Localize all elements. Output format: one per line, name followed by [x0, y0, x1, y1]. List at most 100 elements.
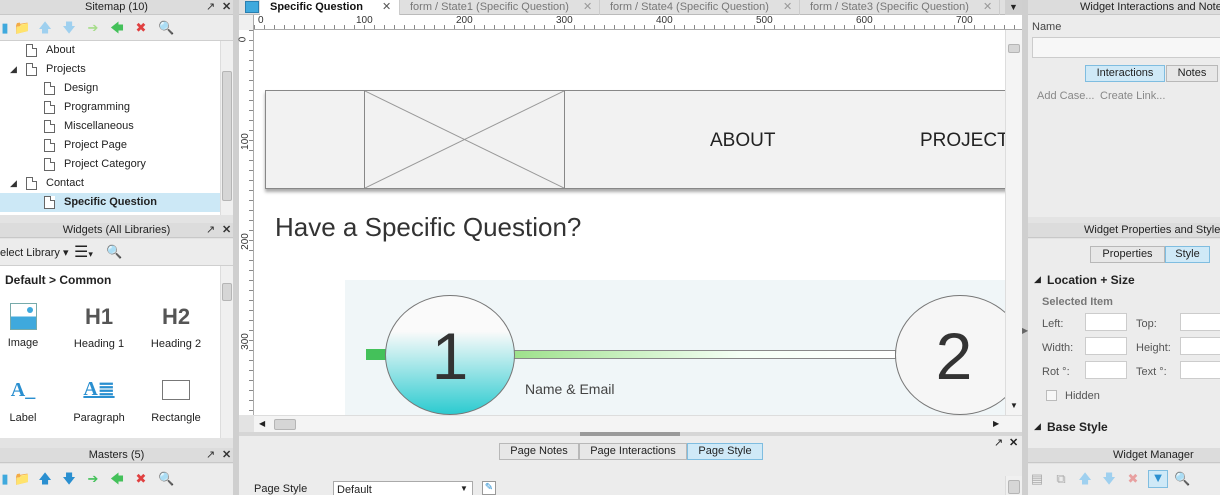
tab-style[interactable]: Style — [1165, 246, 1210, 263]
tab-properties[interactable]: Properties — [1090, 246, 1165, 263]
scroll-left-icon[interactable]: ◀ — [259, 419, 265, 428]
delete-icon[interactable]: ✖ — [134, 472, 148, 486]
widgets-library: Default > Common Image H1 Heading 1 H2 H… — [0, 266, 233, 438]
sitemap-item-project-category[interactable]: Project Category — [0, 155, 220, 174]
popout-icon[interactable]: ↗ — [206, 223, 215, 238]
add-master-icon[interactable]: ▮ — [0, 472, 12, 486]
scroll-thumb[interactable] — [274, 419, 296, 430]
canvas-horizontal-scrollbar[interactable]: ◀ ▶ — [254, 415, 1022, 432]
search-icon[interactable]: 🔍 — [106, 245, 122, 259]
filter-icon[interactable]: ▼ — [1148, 470, 1168, 488]
sitemap-item-miscellaneous[interactable]: Miscellaneous — [0, 117, 220, 136]
edit-style-icon[interactable]: ✎ — [482, 481, 496, 495]
move-down-icon[interactable]: 🡇 — [1102, 472, 1116, 486]
indent-icon[interactable]: ➔ — [86, 472, 100, 486]
close-icon[interactable]: ✕ — [783, 0, 792, 15]
menu-icon[interactable]: ☰▾ — [74, 242, 93, 262]
sitemap-item-specific-question[interactable]: Specific Question — [0, 193, 220, 212]
expand-icon[interactable]: ◢ — [10, 60, 17, 79]
scroll-right-icon[interactable]: ▶ — [993, 419, 999, 428]
step-1-circle[interactable]: 1 — [385, 295, 515, 415]
widget-image[interactable]: Image — [0, 303, 58, 349]
scroll-thumb[interactable] — [222, 283, 232, 301]
logo-image-placeholder[interactable] — [364, 90, 565, 189]
widget-rectangle[interactable]: Rectangle — [141, 380, 211, 424]
widget-name-field[interactable] — [1032, 37, 1220, 58]
popout-icon[interactable]: ↗ — [994, 436, 1003, 449]
outdent-icon[interactable]: 🡄 — [110, 21, 124, 35]
search-icon[interactable]: 🔍 — [1174, 472, 1190, 486]
width-field[interactable] — [1085, 337, 1127, 355]
tab-form-state3[interactable]: form / State3 (Specific Question) ✕ — [800, 0, 1000, 15]
delete-icon[interactable]: ✖ — [1126, 472, 1140, 486]
canvas-vertical-scrollbar[interactable]: ▼ — [1005, 30, 1022, 415]
add-folder-icon[interactable]: 📁 — [14, 472, 30, 486]
tab-page-interactions[interactable]: Page Interactions — [579, 443, 687, 460]
close-icon[interactable]: ✕ — [222, 223, 231, 238]
height-field[interactable] — [1180, 337, 1220, 355]
add-folder-icon[interactable]: 📁 — [14, 21, 30, 35]
close-icon[interactable]: ✕ — [583, 0, 592, 15]
hidden-checkbox[interactable] — [1046, 390, 1057, 401]
left-field[interactable] — [1085, 313, 1127, 331]
popout-icon[interactable]: ↗ — [206, 0, 215, 15]
tab-form-state1[interactable]: form / State1 (Specific Question) ✕ — [400, 0, 600, 15]
close-icon[interactable]: ✕ — [222, 0, 231, 15]
close-icon[interactable]: ✕ — [1009, 436, 1018, 449]
sitemap-panel-title: Sitemap (10) — [0, 0, 233, 15]
tab-page-notes[interactable]: Page Notes — [499, 443, 579, 460]
sitemap-item-contact[interactable]: ◢ Contact — [0, 174, 220, 193]
tab-interactions[interactable]: Interactions — [1085, 65, 1165, 82]
tab-form-state4[interactable]: form / State4 (Specific Question) ✕ — [600, 0, 800, 15]
sitemap-item-projects[interactable]: ◢ Projects — [0, 60, 220, 79]
duplicate-icon[interactable]: ⧉ — [1054, 472, 1068, 486]
sitemap-item-project-page[interactable]: Project Page — [0, 136, 220, 155]
popout-icon[interactable]: ↗ — [206, 448, 215, 463]
tab-page-style[interactable]: Page Style — [687, 443, 763, 460]
scroll-thumb[interactable] — [1008, 44, 1020, 53]
nav-link-projects[interactable]: PROJECT — [920, 130, 1005, 152]
design-canvas[interactable]: ABOUT PROJECT Have a Specific Question? … — [254, 30, 1005, 415]
widget-heading-2[interactable]: H2 Heading 2 — [141, 304, 211, 350]
indent-icon[interactable]: ➔ — [86, 21, 100, 35]
close-icon[interactable]: ✕ — [382, 0, 391, 15]
move-up-icon[interactable]: 🡅 — [38, 472, 52, 486]
scroll-thumb[interactable] — [222, 71, 232, 201]
add-case-link[interactable]: Add Case... — [1037, 90, 1094, 102]
sitemap-item-design[interactable]: Design — [0, 79, 220, 98]
outdent-icon[interactable]: 🡄 — [110, 472, 124, 486]
tab-list-dropdown-icon[interactable]: ▼ — [1005, 0, 1022, 15]
delete-icon[interactable]: ✖ — [134, 21, 148, 35]
close-icon[interactable]: ✕ — [222, 448, 231, 463]
text-rotation-field[interactable] — [1180, 361, 1220, 379]
sitemap-item-about[interactable]: About — [0, 41, 220, 60]
move-up-icon[interactable]: 🡅 — [38, 21, 52, 35]
rotation-field[interactable] — [1085, 361, 1127, 379]
nav-link-about[interactable]: ABOUT — [710, 130, 775, 152]
add-page-icon[interactable]: ▮ — [0, 21, 12, 35]
sitemap-item-programming[interactable]: Programming — [0, 98, 220, 117]
search-icon[interactable]: 🔍 — [158, 21, 174, 35]
widget-label[interactable]: A_ Label — [0, 379, 58, 424]
widgets-scrollbar[interactable] — [220, 266, 233, 438]
collapse-icon[interactable]: ◢ — [1034, 421, 1041, 432]
add-icon[interactable]: ▤ — [1030, 472, 1044, 486]
search-icon[interactable]: 🔍 — [158, 472, 174, 486]
tab-specific-question[interactable]: Specific Question ✕ — [260, 0, 400, 15]
top-field[interactable] — [1180, 313, 1220, 331]
expand-icon[interactable]: ◢ — [10, 174, 17, 193]
collapse-icon[interactable]: ◢ — [1034, 274, 1041, 285]
move-down-icon[interactable]: 🡇 — [62, 21, 76, 35]
library-select[interactable]: elect Library ▾ — [0, 246, 69, 259]
move-up-icon[interactable]: 🡅 — [1078, 472, 1092, 486]
sitemap-scrollbar[interactable] — [220, 41, 233, 215]
create-link-link[interactable]: Create Link... — [1100, 90, 1165, 102]
move-down-icon[interactable]: 🡇 — [62, 472, 76, 486]
properties-scrollbar[interactable] — [1005, 476, 1022, 495]
page-style-select[interactable]: Default ▼ — [333, 481, 473, 495]
widget-heading-1[interactable]: H1 Heading 1 — [64, 304, 134, 350]
scroll-down-icon[interactable]: ▼ — [1010, 401, 1018, 410]
tab-notes[interactable]: Notes — [1166, 65, 1218, 82]
widget-paragraph[interactable]: A≣ Paragraph — [64, 376, 134, 424]
close-icon[interactable]: ✕ — [983, 0, 992, 15]
